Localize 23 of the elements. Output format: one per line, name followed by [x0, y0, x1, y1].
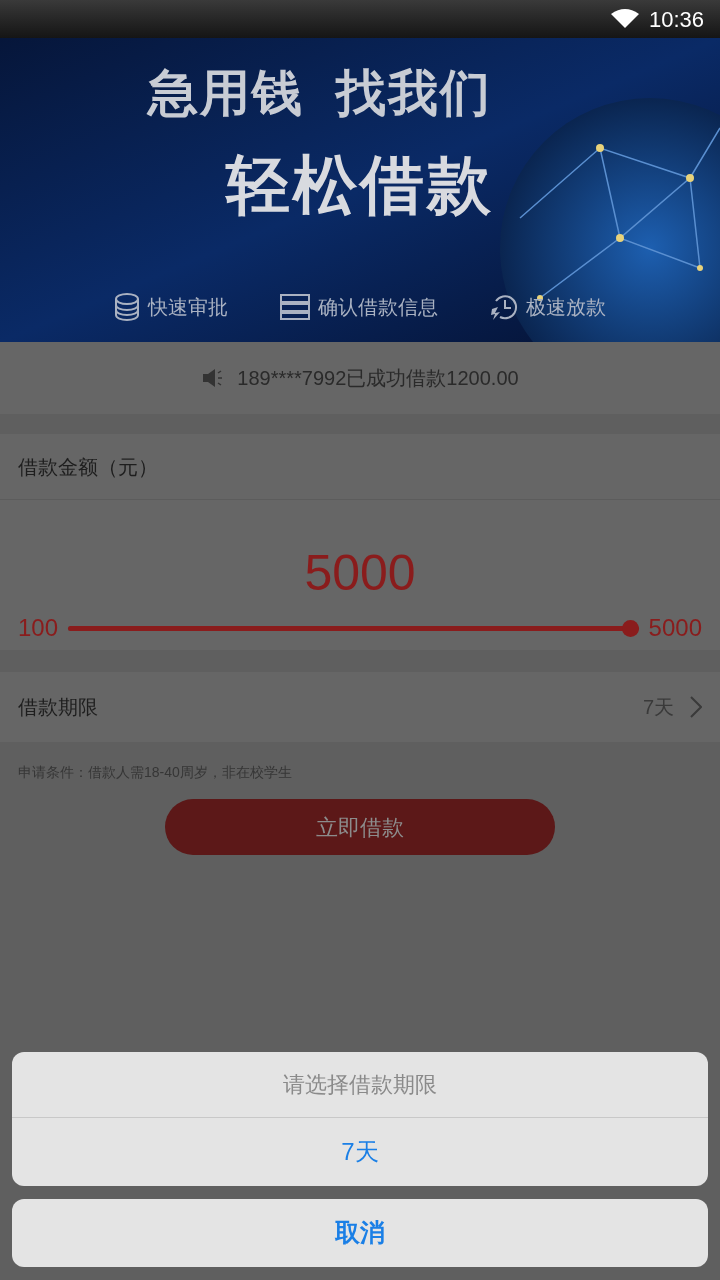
- feature-label: 极速放款: [526, 295, 606, 320]
- term-label: 借款期限: [18, 695, 98, 720]
- server-icon: [280, 294, 310, 320]
- wifi-icon: [610, 9, 639, 29]
- cancel-button[interactable]: 取消: [12, 1199, 708, 1267]
- amount-label: 借款金额（元）: [0, 434, 720, 500]
- coins-icon: [114, 293, 140, 321]
- status-time: 10:36: [648, 5, 704, 34]
- feature-label: 快速审批: [148, 295, 228, 320]
- feature-label: 确认借款信息: [318, 295, 438, 320]
- banner-title: 轻松借款: [226, 148, 494, 223]
- notice-text: 189****7992已成功借款1200.00: [237, 366, 519, 391]
- speaker-icon: [201, 367, 224, 389]
- slider-max: 5000: [648, 613, 702, 643]
- slider[interactable]: [68, 619, 639, 637]
- slider-min: 100: [18, 613, 59, 643]
- sheet-title: 请选择借款期限: [12, 1052, 708, 1118]
- amount-value: 5000: [304, 548, 416, 598]
- sheet-option[interactable]: 7天: [12, 1118, 708, 1186]
- submit-button[interactable]: 立即借款: [165, 799, 555, 855]
- chevron-right-icon: [690, 696, 702, 718]
- clock-icon: [490, 293, 518, 321]
- banner-headline: 急用钱 找我们: [148, 64, 492, 123]
